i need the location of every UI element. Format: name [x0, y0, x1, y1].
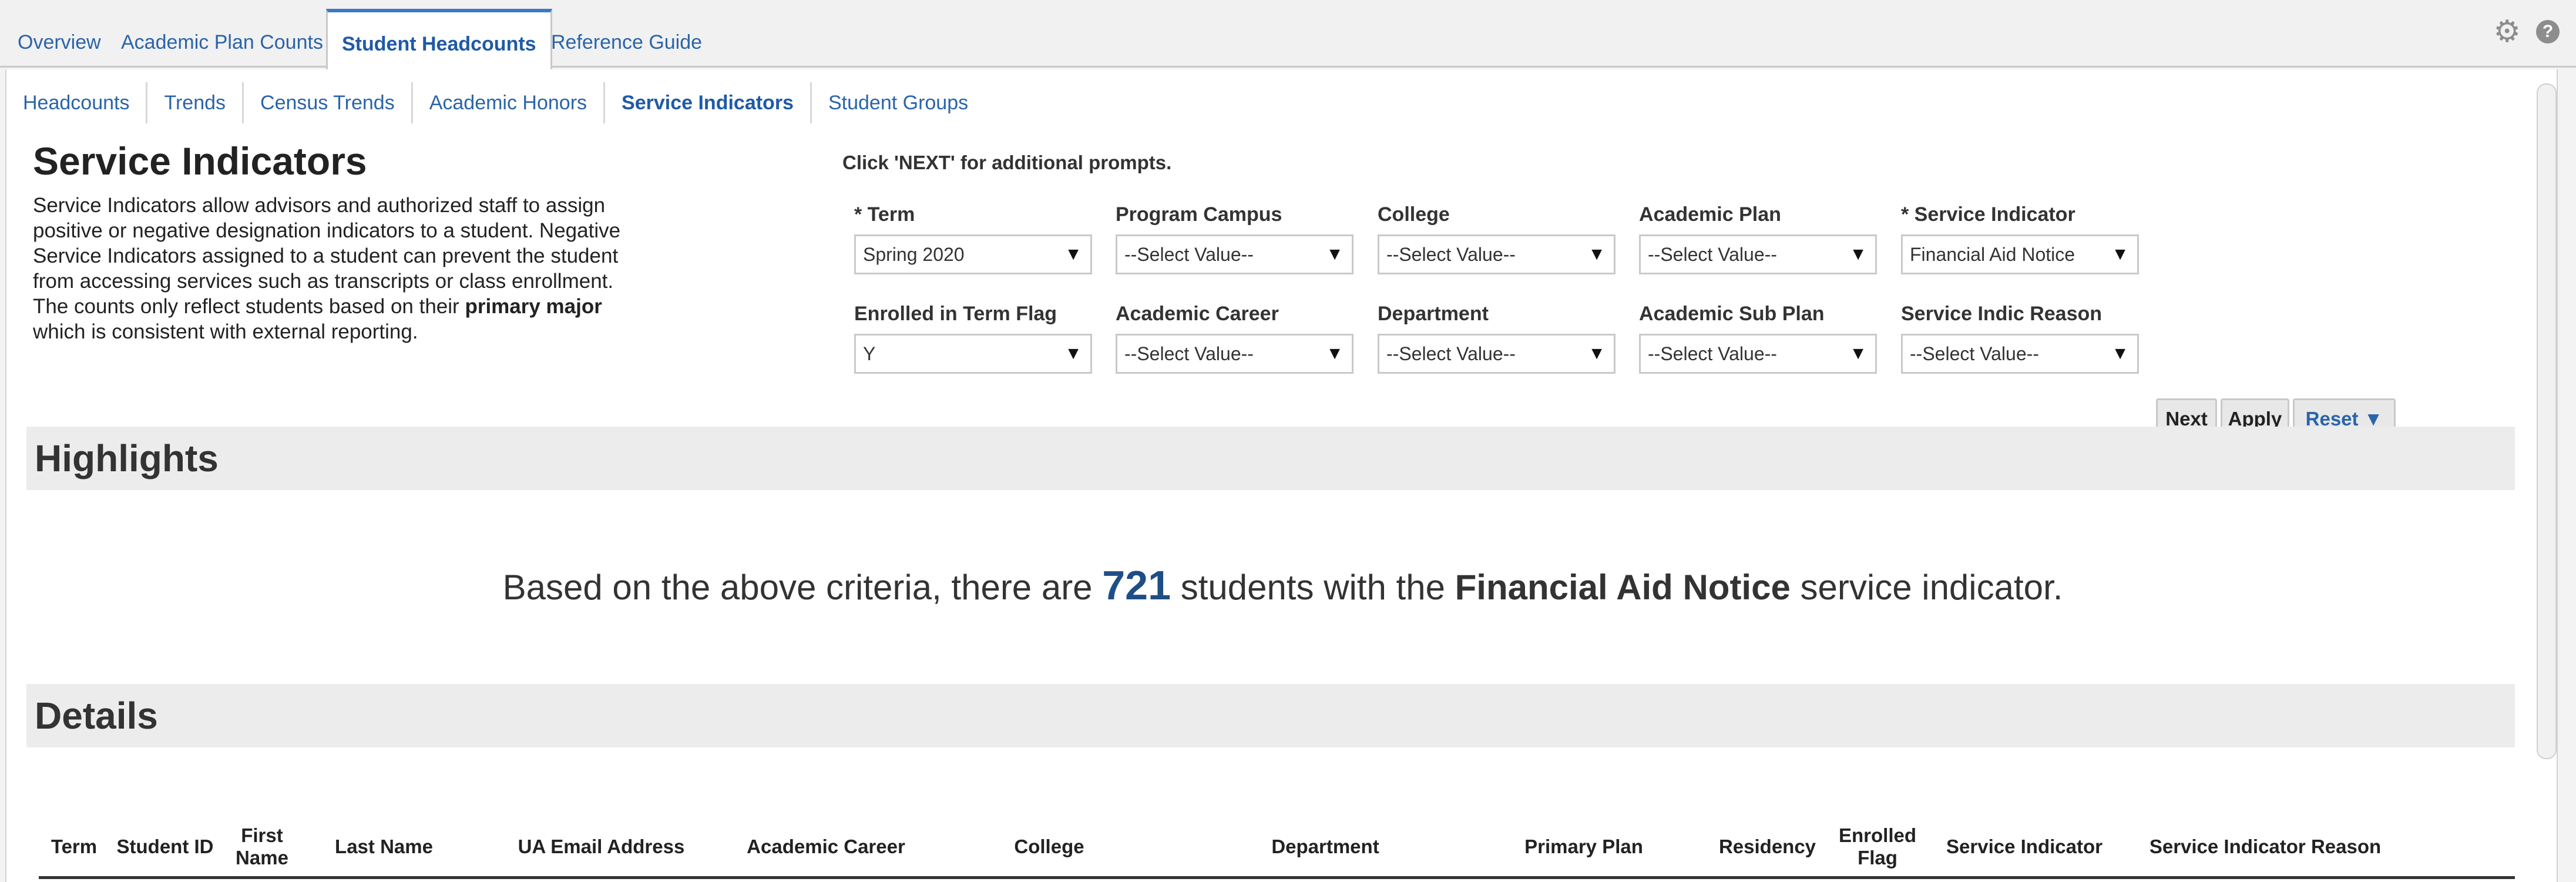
prompt-academic-plan: Academic Plan --Select Value-- ▼	[1639, 202, 1880, 274]
column-header-primary-plan[interactable]: Primary Plan	[1466, 817, 1701, 876]
select-value: --Select Value--	[1386, 244, 1516, 265]
chevron-down-icon: ▼	[1326, 344, 1344, 363]
college-select[interactable]: --Select Value-- ▼	[1378, 234, 1616, 274]
app-window: Overview Academic Plan Counts Student He…	[0, 0, 2576, 882]
program-campus-select[interactable]: --Select Value-- ▼	[1116, 234, 1354, 274]
prompt-term: * Term Spring 2020 ▼	[854, 202, 1095, 274]
top-tab-bar: Overview Academic Plan Counts Student He…	[0, 0, 2576, 73]
prompt-label: Service Indic Reason	[1901, 303, 2103, 325]
prompt-department: Department --Select Value-- ▼	[1378, 301, 1618, 374]
prompts-hint: Click 'NEXT' for additional prompts.	[842, 152, 1172, 173]
select-value: --Select Value--	[1124, 343, 1254, 364]
chevron-down-icon: ▼	[1588, 344, 1606, 363]
chevron-down-icon: ▼	[2111, 244, 2129, 264]
chevron-down-icon: ▼	[1849, 344, 1867, 363]
desc-text-2: which is consistent with external report…	[33, 320, 418, 343]
column-header-term[interactable]: Term	[39, 817, 109, 876]
chevron-down-icon: ▼	[1588, 244, 1606, 264]
prompt-enrolled-in-term-flag: Enrolled in Term Flag Y ▼	[854, 301, 1095, 374]
details-section-bar: Details	[26, 684, 2515, 747]
column-header-last-name[interactable]: Last Name	[306, 817, 462, 876]
chevron-down-icon: ▼	[1326, 244, 1344, 264]
prompt-label: College	[1378, 203, 1450, 226]
prompt-label: * Service Indicator	[1901, 203, 2075, 226]
vertical-scrollbar[interactable]	[2537, 83, 2557, 759]
chevron-down-icon: ▼	[1849, 244, 1867, 264]
subtab-headcounts[interactable]: Headcounts	[6, 82, 148, 123]
highlight-summary: Based on the above criteria, there are 7…	[6, 562, 2559, 609]
prompt-label: Academic Career	[1116, 303, 1279, 325]
column-header-email[interactable]: UA Email Address	[465, 817, 738, 876]
prompt-label: Program Campus	[1116, 203, 1282, 226]
prompt-label: Academic Sub Plan	[1639, 303, 1825, 325]
department-select[interactable]: --Select Value-- ▼	[1378, 334, 1616, 374]
subtab-student-groups[interactable]: Student Groups	[812, 82, 985, 123]
student-count: 721	[1102, 562, 1171, 608]
prompt-label: * Term	[854, 203, 915, 226]
column-header-academic-career[interactable]: Academic Career	[741, 817, 911, 876]
subtab-census-trends[interactable]: Census Trends	[244, 82, 413, 123]
subtab-academic-honors[interactable]: Academic Honors	[413, 82, 606, 123]
prompt-program-campus: Program Campus --Select Value-- ▼	[1116, 202, 1356, 274]
desc-bold: primary major	[465, 295, 602, 318]
chevron-down-icon: ▼	[1064, 244, 1082, 264]
column-header-college[interactable]: College	[914, 817, 1184, 876]
sub-tab-bar: Headcounts Trends Census Trends Academic…	[6, 82, 985, 123]
prompt-academic-sub-plan: Academic Sub Plan --Select Value-- ▼	[1639, 301, 1880, 374]
select-value: Financial Aid Notice	[1910, 244, 2075, 265]
select-value: Spring 2020	[863, 244, 965, 265]
highlight-text-1: Based on the above criteria, there are	[502, 568, 1103, 607]
select-value: --Select Value--	[1910, 343, 2039, 364]
prompt-label: Department	[1378, 303, 1489, 325]
select-value: Y	[863, 343, 876, 364]
page-title: Service Indicators	[33, 139, 367, 183]
tab-reference-guide[interactable]: Reference Guide	[537, 11, 716, 68]
academic-plan-select[interactable]: --Select Value-- ▼	[1639, 234, 1877, 274]
select-value: --Select Value--	[1648, 244, 1777, 265]
column-header-first-name[interactable]: First Name	[221, 817, 303, 876]
tab-student-headcounts[interactable]: Student Headcounts	[326, 9, 552, 73]
select-value: --Select Value--	[1648, 343, 1777, 364]
service-indic-reason-select[interactable]: --Select Value-- ▼	[1901, 334, 2139, 374]
service-indicator-select[interactable]: Financial Aid Notice ▼	[1901, 234, 2139, 274]
column-header-residency[interactable]: Residency	[1704, 817, 1831, 876]
prompt-academic-career: Academic Career --Select Value-- ▼	[1116, 301, 1356, 374]
column-header-service-indicator-reason[interactable]: Service Indicator Reason	[2127, 817, 2403, 876]
top-icons: ⚙ ?	[2493, 16, 2560, 47]
tab-academic-plan-counts[interactable]: Academic Plan Counts	[107, 11, 337, 68]
term-select[interactable]: Spring 2020 ▼	[854, 234, 1092, 274]
select-value: --Select Value--	[1124, 244, 1254, 265]
page-description: Service Indicators allow advisors and au…	[33, 193, 644, 344]
chevron-down-icon: ▼	[2111, 344, 2129, 363]
select-value: --Select Value--	[1386, 343, 1516, 364]
prompt-college: College --Select Value-- ▼	[1378, 202, 1618, 274]
enrolled-flag-select[interactable]: Y ▼	[854, 334, 1092, 374]
prompt-label: Academic Plan	[1639, 203, 1781, 226]
academic-sub-plan-select[interactable]: --Select Value-- ▼	[1639, 334, 1877, 374]
column-header-service-indicator[interactable]: Service Indicator	[1925, 817, 2124, 876]
details-title: Details	[35, 695, 158, 737]
prompt-label: Enrolled in Term Flag	[854, 303, 1057, 325]
academic-career-select[interactable]: --Select Value-- ▼	[1116, 334, 1354, 374]
help-icon[interactable]: ?	[2536, 20, 2560, 43]
chevron-down-icon: ▼	[1064, 344, 1082, 363]
content-panel: Headcounts Trends Census Trends Academic…	[5, 69, 2558, 882]
column-header-department[interactable]: Department	[1187, 817, 1463, 876]
highlights-section-bar: Highlights	[26, 427, 2515, 490]
column-header-enrolled-flag[interactable]: Enrolled Flag	[1833, 817, 1922, 876]
highlight-text-3: service indicator.	[1790, 568, 2063, 607]
highlights-title: Highlights	[35, 437, 219, 479]
prompt-service-indic-reason: Service Indic Reason --Select Value-- ▼	[1901, 301, 2142, 374]
tab-overview[interactable]: Overview	[4, 11, 115, 68]
subtab-trends[interactable]: Trends	[147, 82, 244, 123]
indicator-name: Financial Aid Notice	[1455, 568, 1791, 607]
details-table-header: Term Student ID First Name Last Name UA …	[39, 817, 2515, 879]
highlight-text-2: students with the	[1171, 568, 1455, 607]
gear-icon[interactable]: ⚙	[2493, 16, 2521, 47]
column-header-student-id[interactable]: Student ID	[112, 817, 218, 876]
subtab-service-indicators[interactable]: Service Indicators	[605, 82, 812, 123]
prompt-service-indicator: * Service Indicator Financial Aid Notice…	[1901, 202, 2142, 274]
